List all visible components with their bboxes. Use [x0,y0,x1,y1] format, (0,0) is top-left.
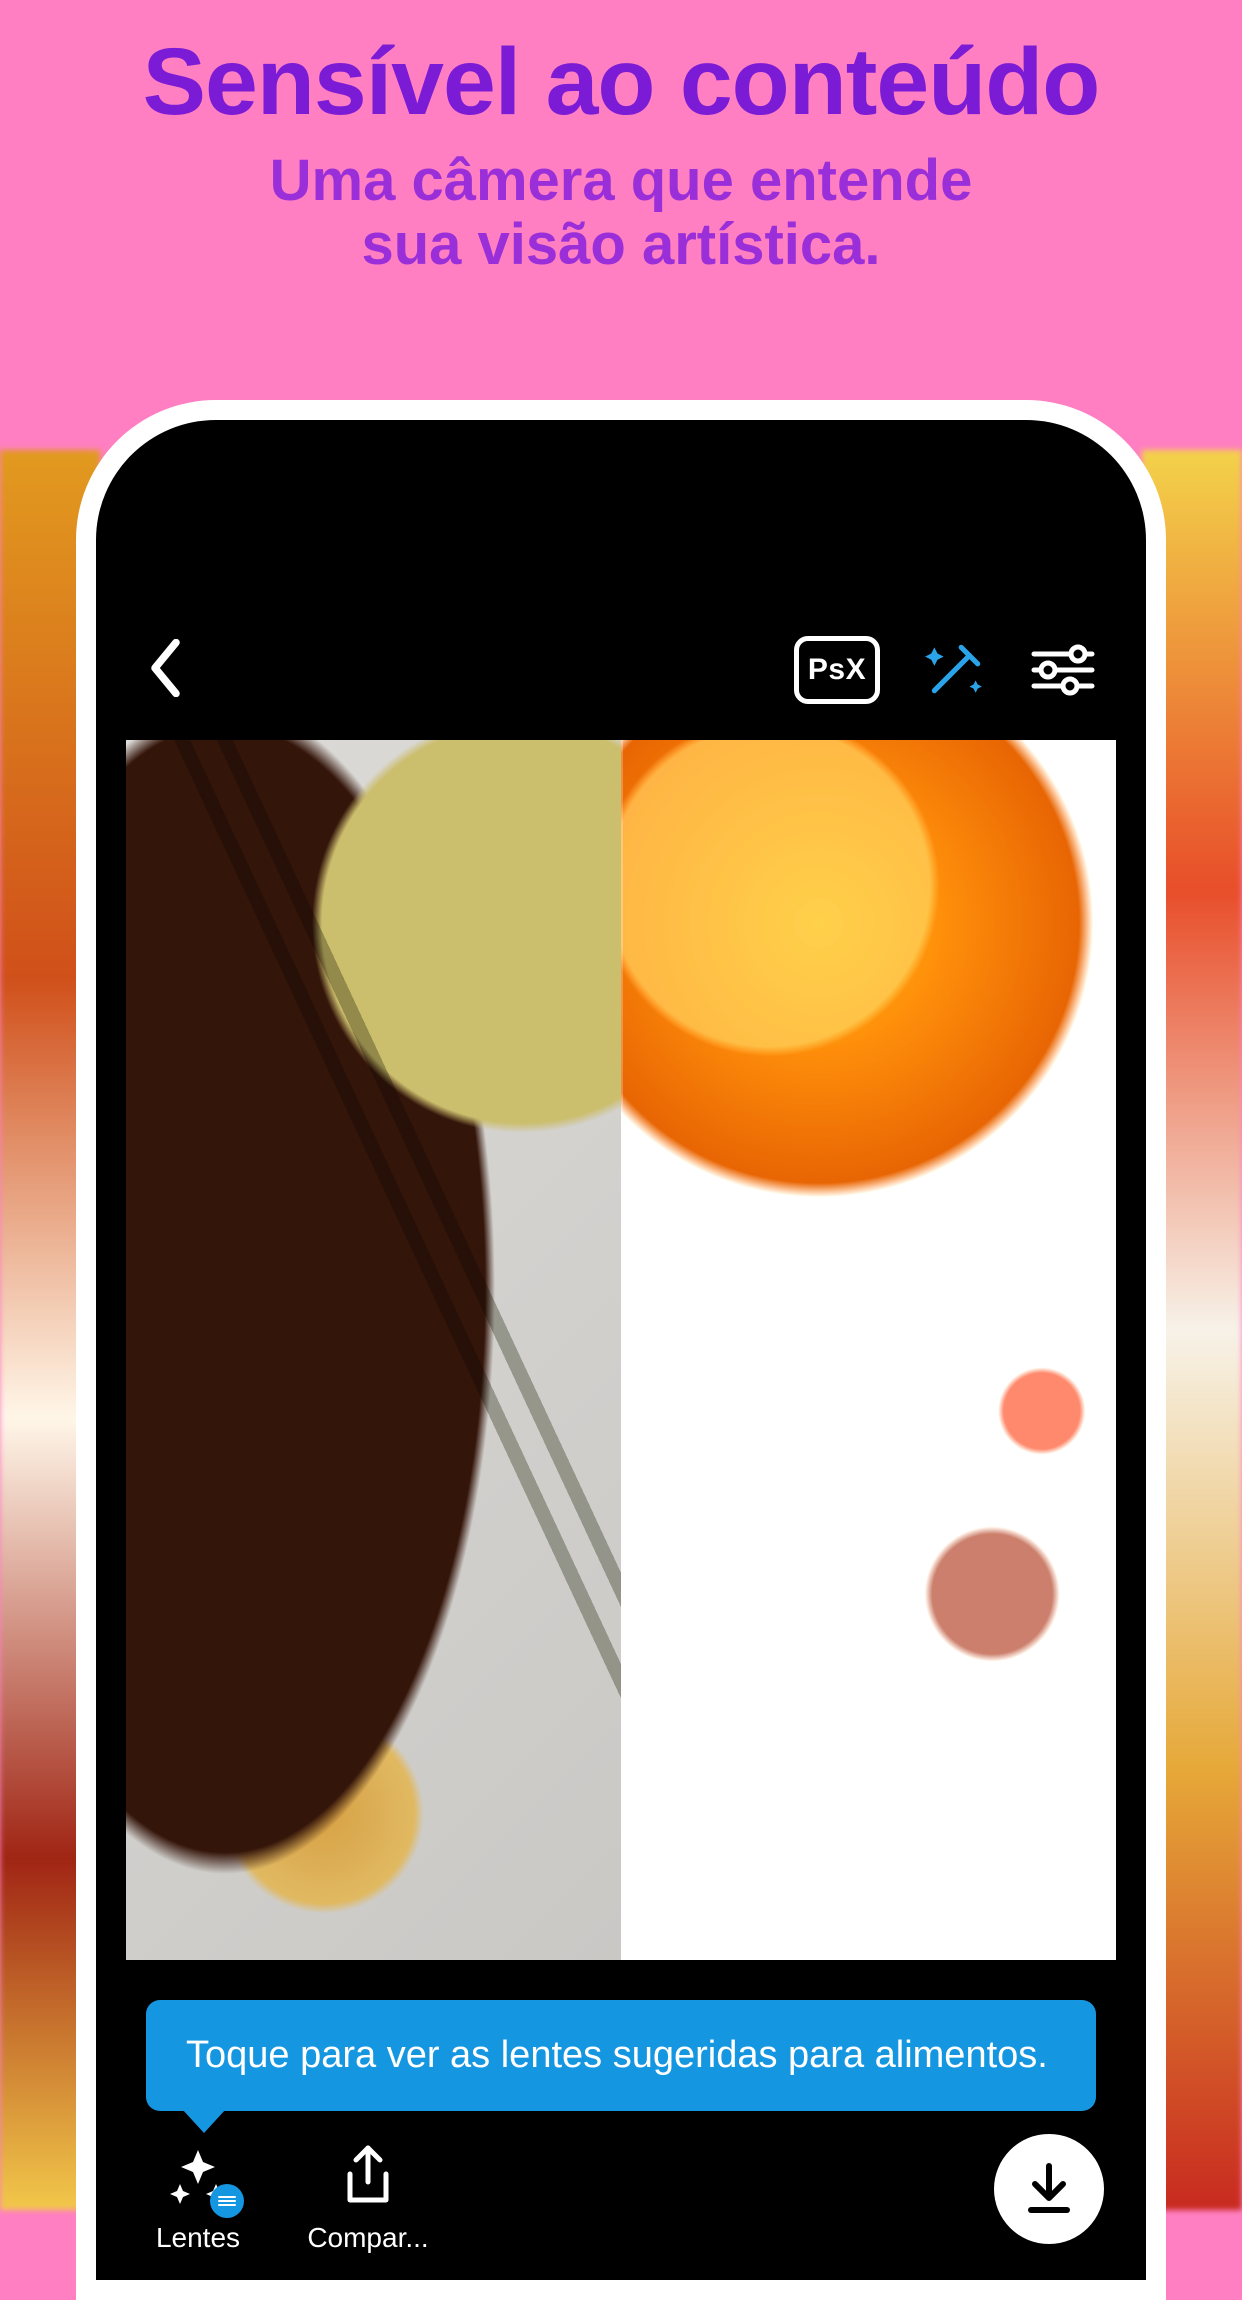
download-button[interactable] [994,2134,1104,2244]
photo-viewport[interactable] [126,740,1116,1960]
psx-label: PsX [808,653,866,687]
lenses-label: Lentes [156,2222,240,2254]
psx-badge-button[interactable]: PsX [794,636,880,704]
lenses-icon [162,2140,234,2212]
promo-title: Sensível ao conteúdo [0,28,1242,137]
lenses-button[interactable]: Lentes [138,2140,258,2254]
share-button[interactable]: Compar... [308,2140,428,2254]
magic-wand-icon[interactable] [922,637,988,703]
hint-tooltip-text: Toque para ver as lentes sugeridas para … [186,2034,1048,2076]
compare-divider[interactable] [621,740,623,1960]
promo-subtitle: Uma câmera que entende sua visão artísti… [0,149,1242,277]
photo-after [621,740,1116,1960]
share-icon [332,2140,404,2212]
lenses-suggestion-badge [210,2184,244,2218]
photo-before [126,740,621,1960]
settings-sliders-icon[interactable] [1030,644,1096,696]
promo-hero: Sensível ao conteúdo Uma câmera que ente… [0,0,1242,277]
back-button[interactable] [146,639,182,697]
app-screen: PsX [96,420,1146,2280]
device-frame: PsX [76,400,1166,2300]
share-label: Compar... [307,2222,428,2254]
bottom-toolbar: Lentes Compar... [96,2140,1146,2254]
app-top-bar: PsX [96,620,1146,720]
hint-tooltip[interactable]: Toque para ver as lentes sugeridas para … [146,2000,1096,2111]
